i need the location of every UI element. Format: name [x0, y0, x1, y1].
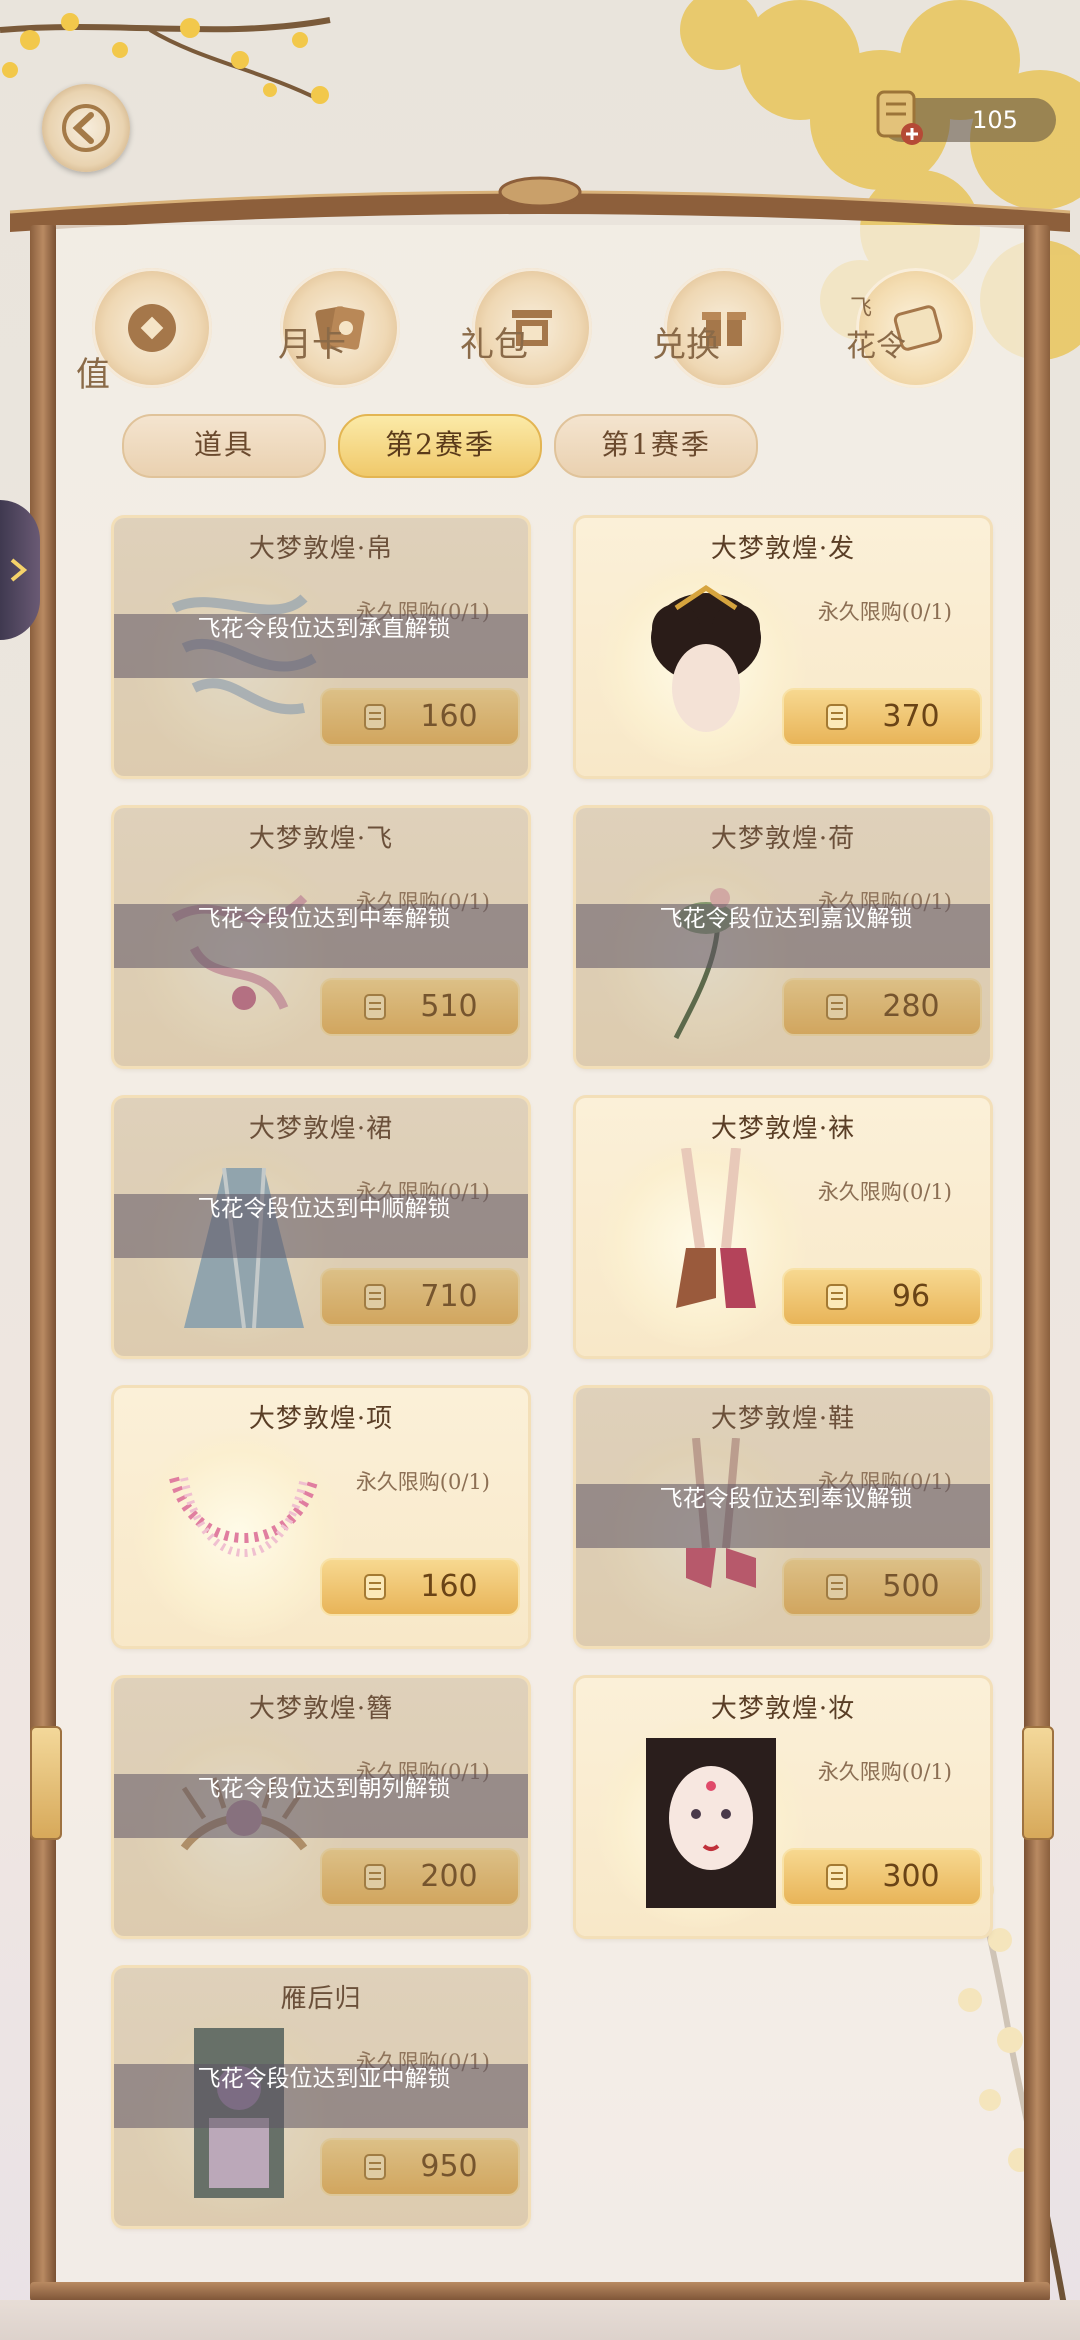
category-label: 花令: [846, 329, 906, 364]
frame-clasp-left: [30, 1726, 62, 1840]
item-card[interactable]: 大梦敦煌·妆永久限购(0/1) 300: [576, 1678, 990, 1936]
unlock-requirement: 飞花令段位达到承直解锁: [197, 616, 451, 642]
back-arrow-icon: [62, 104, 110, 152]
currency-value: 105: [972, 106, 1018, 134]
item-title: 大梦敦煌·袜: [710, 1114, 856, 1144]
bottom-strip: [0, 2300, 1080, 2340]
tab-props[interactable]: 道具: [122, 414, 326, 478]
scroll-coin-icon: [826, 1864, 848, 1890]
item-card[interactable]: 大梦敦煌·项永久限购(0/1) 160: [114, 1388, 528, 1646]
price-button[interactable]: 160: [320, 1558, 520, 1616]
price-value: 300: [882, 1859, 940, 1894]
scroll-coin-icon: [826, 704, 848, 730]
tab-season-1[interactable]: 第1赛季: [554, 414, 758, 478]
frame-right-pillar: [1024, 225, 1050, 2295]
purchase-limit: 永久限购(0/1): [817, 1760, 952, 1784]
purchase-limit: 永久限购(0/1): [355, 1470, 490, 1494]
scroll-coin-icon: [364, 1574, 386, 1600]
price-button[interactable]: 370: [782, 688, 982, 746]
unlock-requirement: 飞花令段位达到朝列解锁: [197, 1776, 451, 1802]
item-card[interactable]: 雁后归 永久限购(0/1) 950 飞花令段位达到亚中解锁: [114, 1968, 528, 2226]
coin-icon: [128, 304, 176, 352]
price-value: 160: [420, 1569, 478, 1604]
category-label: 月卡: [278, 325, 346, 365]
category-label-top: 飞: [850, 296, 873, 321]
item-image: [651, 584, 761, 732]
price-button[interactable]: 300: [782, 1848, 982, 1906]
item-title: 大梦敦煌·发: [710, 534, 856, 564]
item-card[interactable]: 大梦敦煌·帛 永久限购(0/1) 160 飞花令段位达到承直解锁: [114, 518, 528, 776]
chevron-right-icon: [10, 558, 28, 582]
unlock-requirement: 飞花令段位达到亚中解锁: [197, 2066, 451, 2092]
item-card[interactable]: 大梦敦煌·簪 永久限购(0/1) 200 飞花令段位达到朝列解锁: [114, 1678, 528, 1936]
category-tab-recharge[interactable]: 值: [76, 268, 212, 392]
frame-clasp-right: [1022, 1726, 1054, 1840]
item-card[interactable]: 大梦敦煌·袜永久限购(0/1) 96: [576, 1098, 990, 1356]
scroll-coin-icon: [826, 1284, 848, 1310]
price-value: 96: [891, 1279, 931, 1314]
item-title: 大梦敦煌·项: [248, 1404, 394, 1434]
item-card[interactable]: 大梦敦煌·荷 永久限购(0/1) 280 飞花令段位达到嘉议解锁: [576, 808, 990, 1066]
category-tab-gift-pack[interactable]: 礼包: [460, 268, 592, 388]
price-button[interactable]: 96: [782, 1268, 982, 1326]
purchase-limit: 永久限购(0/1): [817, 600, 952, 624]
category-label: 值: [76, 355, 110, 395]
unlock-requirement: 飞花令段位达到奉议解锁: [659, 1486, 913, 1512]
category-label: 兑换: [652, 325, 720, 365]
price-value: 370: [882, 699, 940, 734]
category-tab-monthly-card[interactable]: 月卡: [278, 268, 400, 388]
item-image: [169, 1476, 319, 1557]
item-card[interactable]: 大梦敦煌·发永久限购(0/1) 370: [576, 518, 990, 776]
back-button[interactable]: [42, 84, 130, 172]
unlock-requirement: 飞花令段位达到中奉解锁: [197, 906, 451, 932]
item-card[interactable]: 大梦敦煌·飞 永久限购(0/1) 510 飞花令段位达到中奉解锁: [114, 808, 528, 1066]
unlock-requirement: 飞花令段位达到嘉议解锁: [659, 906, 913, 932]
item-card[interactable]: 大梦敦煌·鞋 永久限购(0/1) 500 飞花令段位达到奉议解锁: [576, 1388, 990, 1646]
purchase-limit: 永久限购(0/1): [817, 1180, 952, 1204]
category-label: 礼包: [460, 325, 528, 365]
item-image: [676, 1148, 756, 1308]
item-title: 大梦敦煌·妆: [710, 1694, 856, 1724]
frame-bottom-beam: [30, 2282, 1050, 2302]
item-card[interactable]: 大梦敦煌·裙 永久限购(0/1) 710 飞花令段位达到中顺解锁: [114, 1098, 528, 1356]
unlock-requirement: 飞花令段位达到中顺解锁: [197, 1196, 451, 1222]
category-tab-feihualing[interactable]: 飞 花令: [846, 268, 976, 388]
item-image: [646, 1738, 776, 1908]
tab-season-2[interactable]: 第2赛季: [338, 414, 542, 478]
category-tab-exchange[interactable]: 兑换: [652, 268, 784, 388]
scroll-coin-icon[interactable]: [870, 84, 930, 148]
side-drawer-tab[interactable]: [0, 500, 40, 640]
